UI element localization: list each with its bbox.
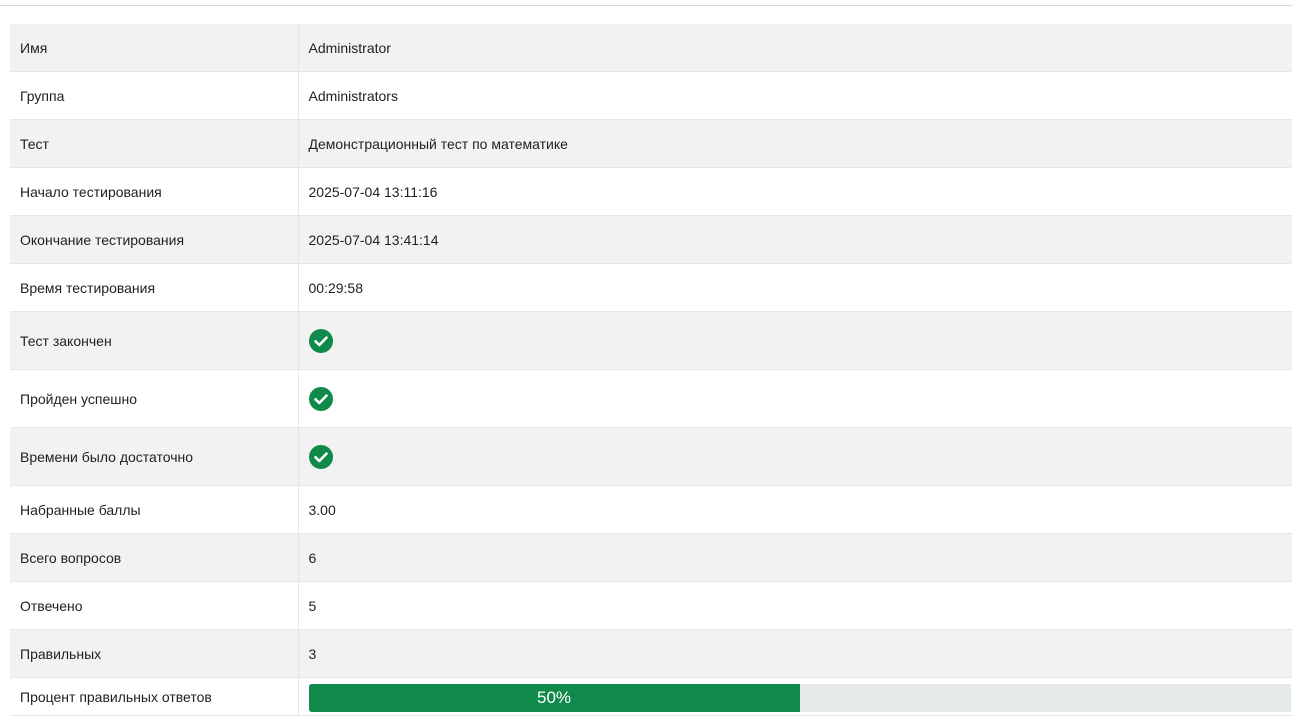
correct-percent-progress-bar: 50% [308,683,1291,712]
check-circle-icon [308,328,333,353]
row-label: Начало тестирования [10,167,299,216]
top-divider [0,5,1292,6]
row-duration: Время тестирования 00:29:58 [10,263,1292,312]
row-group: Группа Administrators [10,71,1292,120]
time-sufficient-status [298,427,1292,486]
row-label: Тест [10,119,299,168]
row-name: Имя Administrator [10,24,1292,72]
row-label: Набранные баллы [10,485,299,534]
total-questions-value: 6 [298,533,1292,582]
row-label: Окончание тестирования [10,215,299,264]
score-value: 3.00 [298,485,1292,534]
row-label: Времени было достаточно [10,427,299,486]
passed-status [298,369,1292,428]
correct-percent-cell: 50% [298,677,1292,716]
row-label: Имя [10,24,299,72]
duration-value: 00:29:58 [298,263,1292,312]
row-label: Отвечено [10,581,299,630]
start-time-value: 2025-07-04 13:11:16 [298,167,1292,216]
group-value: Administrators [298,71,1292,120]
row-label: Процент правильных ответов [10,677,299,716]
row-test-finished: Тест закончен [10,311,1292,370]
row-label: Группа [10,71,299,120]
row-passed: Пройден успешно [10,369,1292,428]
row-start-time: Начало тестирования 2025-07-04 13:11:16 [10,167,1292,216]
row-label: Время тестирования [10,263,299,312]
row-correct-percent: Процент правильных ответов 50% [10,677,1292,716]
end-time-value: 2025-07-04 13:41:14 [298,215,1292,264]
test-name-value: Демонстрационный тест по математике [298,119,1292,168]
check-circle-icon [308,386,333,411]
progress-label: 50% [536,687,572,707]
row-time-sufficient: Времени было достаточно [10,427,1292,486]
correct-value: 3 [298,629,1292,678]
row-correct: Правильных 3 [10,629,1292,678]
test-finished-status [298,311,1292,370]
row-label: Правильных [10,629,299,678]
row-label: Пройден успешно [10,369,299,428]
row-score: Набранные баллы 3.00 [10,485,1292,534]
test-results-table: Имя Administrator Группа Administrators … [10,24,1292,716]
answered-value: 5 [298,581,1292,630]
check-circle-icon [308,444,333,469]
row-total-questions: Всего вопросов 6 [10,533,1292,582]
row-test: Тест Демонстрационный тест по математике [10,119,1292,168]
row-label: Тест закончен [10,311,299,370]
user-name-value: Administrator [298,24,1292,72]
row-end-time: Окончание тестирования 2025-07-04 13:41:… [10,215,1292,264]
row-label: Всего вопросов [10,533,299,582]
row-answered: Отвечено 5 [10,581,1292,630]
